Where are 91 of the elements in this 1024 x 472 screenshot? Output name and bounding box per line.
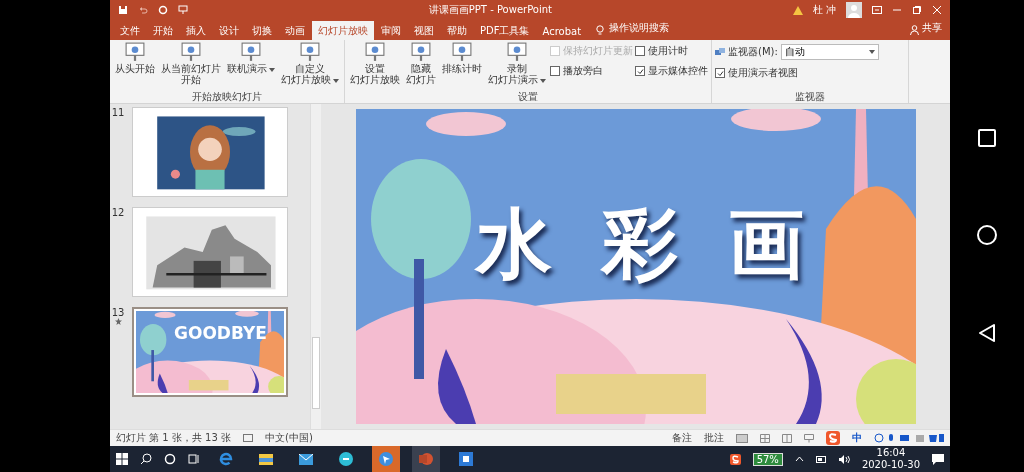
battery-indicator[interactable]: 57%	[752, 452, 783, 466]
slide-number: 13	[111, 307, 125, 318]
browser-icon	[339, 452, 353, 466]
ribbon-tab[interactable]: 切换	[246, 22, 278, 40]
reading-view-icon[interactable]	[782, 433, 792, 443]
ribbon-tab[interactable]: Acrobat	[536, 22, 588, 40]
ribbon-tab[interactable]: 视图	[408, 22, 440, 40]
slide-number: 11	[111, 107, 125, 118]
timer-button[interactable]: 排练计时	[440, 42, 484, 91]
caret-icon	[333, 79, 339, 83]
projector-globe-button[interactable]: 联机演示	[225, 42, 277, 91]
window-title: 讲课画画PPT - PowerPoint	[427, 3, 553, 17]
clock-date[interactable]: 2020-10-30	[861, 459, 920, 471]
close-icon[interactable]	[932, 5, 942, 15]
notification-icon[interactable]	[932, 453, 944, 465]
group-label: 设置	[517, 91, 539, 103]
powerpoint-icon	[419, 452, 433, 466]
ribbon-tab[interactable]: 幻灯片放映	[312, 21, 374, 40]
monitors-icon	[715, 48, 725, 56]
chevron-up-icon[interactable]	[794, 456, 804, 462]
battery-icon[interactable]	[815, 455, 827, 463]
slide-number: 12	[111, 207, 125, 218]
tell-me-search[interactable]: 操作说明搜索	[609, 21, 670, 35]
slide-hidden-button[interactable]: 隐藏 幻灯片	[404, 42, 438, 91]
person-icon	[910, 25, 919, 35]
windows-start-icon[interactable]	[116, 453, 128, 465]
sogou-icon[interactable]	[729, 453, 741, 465]
ribbon-tab[interactable]: 开始	[147, 22, 179, 40]
slide-title: 水 彩 画	[475, 198, 817, 290]
share-button[interactable]: 共享	[922, 21, 942, 35]
ribbon-tab[interactable]: 帮助	[441, 22, 473, 40]
caret-icon	[540, 79, 546, 83]
cortana-icon[interactable]	[164, 453, 176, 465]
slide-position: 幻灯片 第 1 张，共 13 张	[116, 431, 231, 445]
lightbulb-icon	[596, 25, 605, 36]
slideshow-view-icon[interactable]	[804, 433, 814, 443]
ribbon-tab[interactable]: 文件	[114, 22, 146, 40]
mail-icon	[299, 453, 313, 465]
ime-mode[interactable]: 中	[852, 431, 862, 445]
spellcheck-icon[interactable]	[243, 434, 253, 442]
slide-title: GOODBYE	[174, 323, 267, 343]
recent-apps-icon[interactable]	[978, 129, 996, 147]
projector-button[interactable]: 从当前幻灯片 开始	[159, 42, 223, 91]
projector-settings-button[interactable]: 设置 幻灯片放映	[348, 42, 402, 91]
ribbon-options-icon[interactable]	[872, 6, 882, 14]
user-name: 杜 冲	[812, 3, 836, 17]
caret-icon	[269, 68, 275, 72]
slide-thumbnail[interactable]	[132, 207, 288, 297]
home-icon[interactable]	[977, 225, 997, 245]
app-button[interactable]	[372, 446, 400, 472]
save-icon[interactable]	[118, 5, 128, 15]
slides-list-button[interactable]: 自定义 幻灯片放映	[279, 42, 341, 91]
ribbon-tab[interactable]: 审阅	[375, 22, 407, 40]
ribbon-tab[interactable]: PDF工具集	[474, 22, 536, 40]
caret-icon	[868, 50, 875, 54]
checkbox[interactable]: 播放旁白	[550, 64, 633, 78]
check-icon	[636, 67, 644, 75]
group-label: 监视器	[794, 91, 826, 103]
volume-icon[interactable]	[838, 454, 850, 464]
language[interactable]: 中文(中国)	[265, 431, 313, 445]
slide-thumbnail[interactable]	[132, 107, 288, 197]
search-icon[interactable]	[140, 453, 152, 465]
task-view-icon[interactable]	[188, 453, 200, 465]
group-label: 开始放映幻灯片	[191, 91, 263, 103]
checkbox[interactable]: 使用计时	[635, 44, 708, 58]
checkbox[interactable]: 显示媒体控件	[635, 64, 708, 78]
folder-icon	[259, 453, 273, 465]
normal-view-icon[interactable]	[736, 433, 748, 443]
projector-icon[interactable]	[178, 5, 188, 15]
calendar-icon	[459, 452, 473, 466]
ribbon-tab[interactable]: 设计	[213, 22, 245, 40]
notes-button[interactable]: 备注	[672, 431, 692, 445]
checkbox[interactable]: 使用演示者视图	[715, 66, 879, 80]
cursor-icon	[379, 452, 393, 466]
ribbon-tab[interactable]: 插入	[180, 22, 212, 40]
powerpoint-button[interactable]	[412, 446, 440, 472]
comments-button[interactable]: 批注	[704, 431, 724, 445]
edge-icon	[219, 452, 233, 466]
ribbon-tab[interactable]: 动画	[279, 22, 311, 40]
ime-toolbar-icons[interactable]	[874, 433, 944, 443]
scrollbar-thumb[interactable]	[312, 337, 320, 409]
clock-time[interactable]: 16:04	[876, 447, 906, 459]
grid-view-icon[interactable]	[760, 433, 770, 443]
record-button[interactable]: 录制 幻灯片演示	[486, 42, 548, 91]
projector-play-button[interactable]: 从头开始	[113, 42, 157, 91]
back-icon[interactable]	[978, 323, 996, 343]
restore-icon[interactable]	[912, 5, 922, 15]
monitor-label: 监视器(M):	[728, 45, 778, 59]
warning-icon	[792, 5, 803, 15]
monitor-select[interactable]: 自动	[780, 44, 879, 60]
check-icon	[716, 69, 724, 77]
